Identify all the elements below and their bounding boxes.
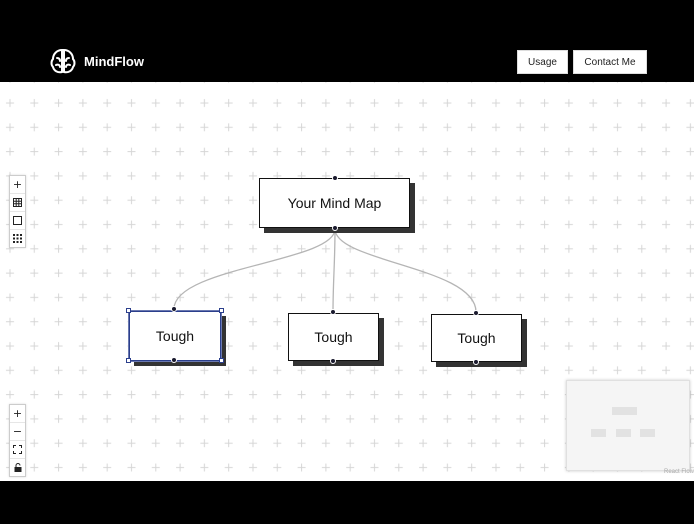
zoom-in-icon[interactable]: + [10, 405, 25, 423]
usage-button[interactable]: Usage [517, 50, 568, 74]
child-3-top-handle[interactable] [473, 310, 479, 316]
lock-icon[interactable] [10, 459, 25, 476]
flow-canvas[interactable]: Your Mind Map Tough Tough Tough + + − Re… [0, 82, 694, 481]
zoom-out-icon[interactable]: − [10, 423, 25, 441]
child-3-bottom-handle[interactable] [473, 359, 479, 365]
brand-name: MindFlow [84, 53, 144, 69]
brand[interactable]: MindFlow [50, 47, 144, 75]
zoom-controls: + − [9, 404, 26, 477]
resize-handle-bl[interactable] [126, 358, 131, 363]
child-node-3[interactable]: Tough [431, 314, 522, 362]
child-2-bottom-handle[interactable] [330, 358, 336, 364]
plus-icon[interactable]: + [10, 176, 25, 194]
dots-grid-icon[interactable] [10, 230, 25, 247]
child-node-1-label: Tough [155, 328, 195, 344]
canvas-tools: + [9, 175, 26, 248]
child-1-top-handle[interactable] [171, 306, 177, 312]
child-node-1[interactable]: Tough [129, 311, 221, 361]
resize-handle-tr[interactable] [219, 308, 224, 313]
brain-icon [50, 48, 76, 74]
resize-handle-br[interactable] [219, 358, 224, 363]
minimap-child-node-1 [591, 429, 606, 437]
fit-view-icon[interactable] [10, 441, 25, 459]
contact-me-button[interactable]: Contact Me [573, 50, 647, 74]
minimap[interactable] [566, 380, 690, 471]
root-top-handle[interactable] [332, 175, 338, 181]
grid-icon[interactable] [10, 194, 25, 212]
minimap-root-node [612, 407, 637, 415]
child-node-2[interactable]: Tough [288, 313, 379, 361]
bottom-bar [0, 481, 694, 524]
app-header: MindFlow Usage Contact Me [0, 0, 694, 82]
root-node-label: Your Mind Map [287, 195, 382, 211]
minimap-child-node-3 [640, 429, 655, 437]
root-bottom-handle[interactable] [332, 225, 338, 231]
child-node-3-label: Tough [457, 330, 496, 346]
child-1-bottom-handle[interactable] [171, 357, 177, 363]
child-node-2-label: Tough [314, 329, 353, 345]
child-2-top-handle[interactable] [330, 309, 336, 315]
root-node[interactable]: Your Mind Map [259, 178, 410, 228]
resize-handle-tl[interactable] [126, 308, 131, 313]
square-icon[interactable] [10, 212, 25, 230]
react-flow-attribution[interactable]: React Flow [664, 469, 694, 475]
minimap-child-node-2 [616, 429, 631, 437]
